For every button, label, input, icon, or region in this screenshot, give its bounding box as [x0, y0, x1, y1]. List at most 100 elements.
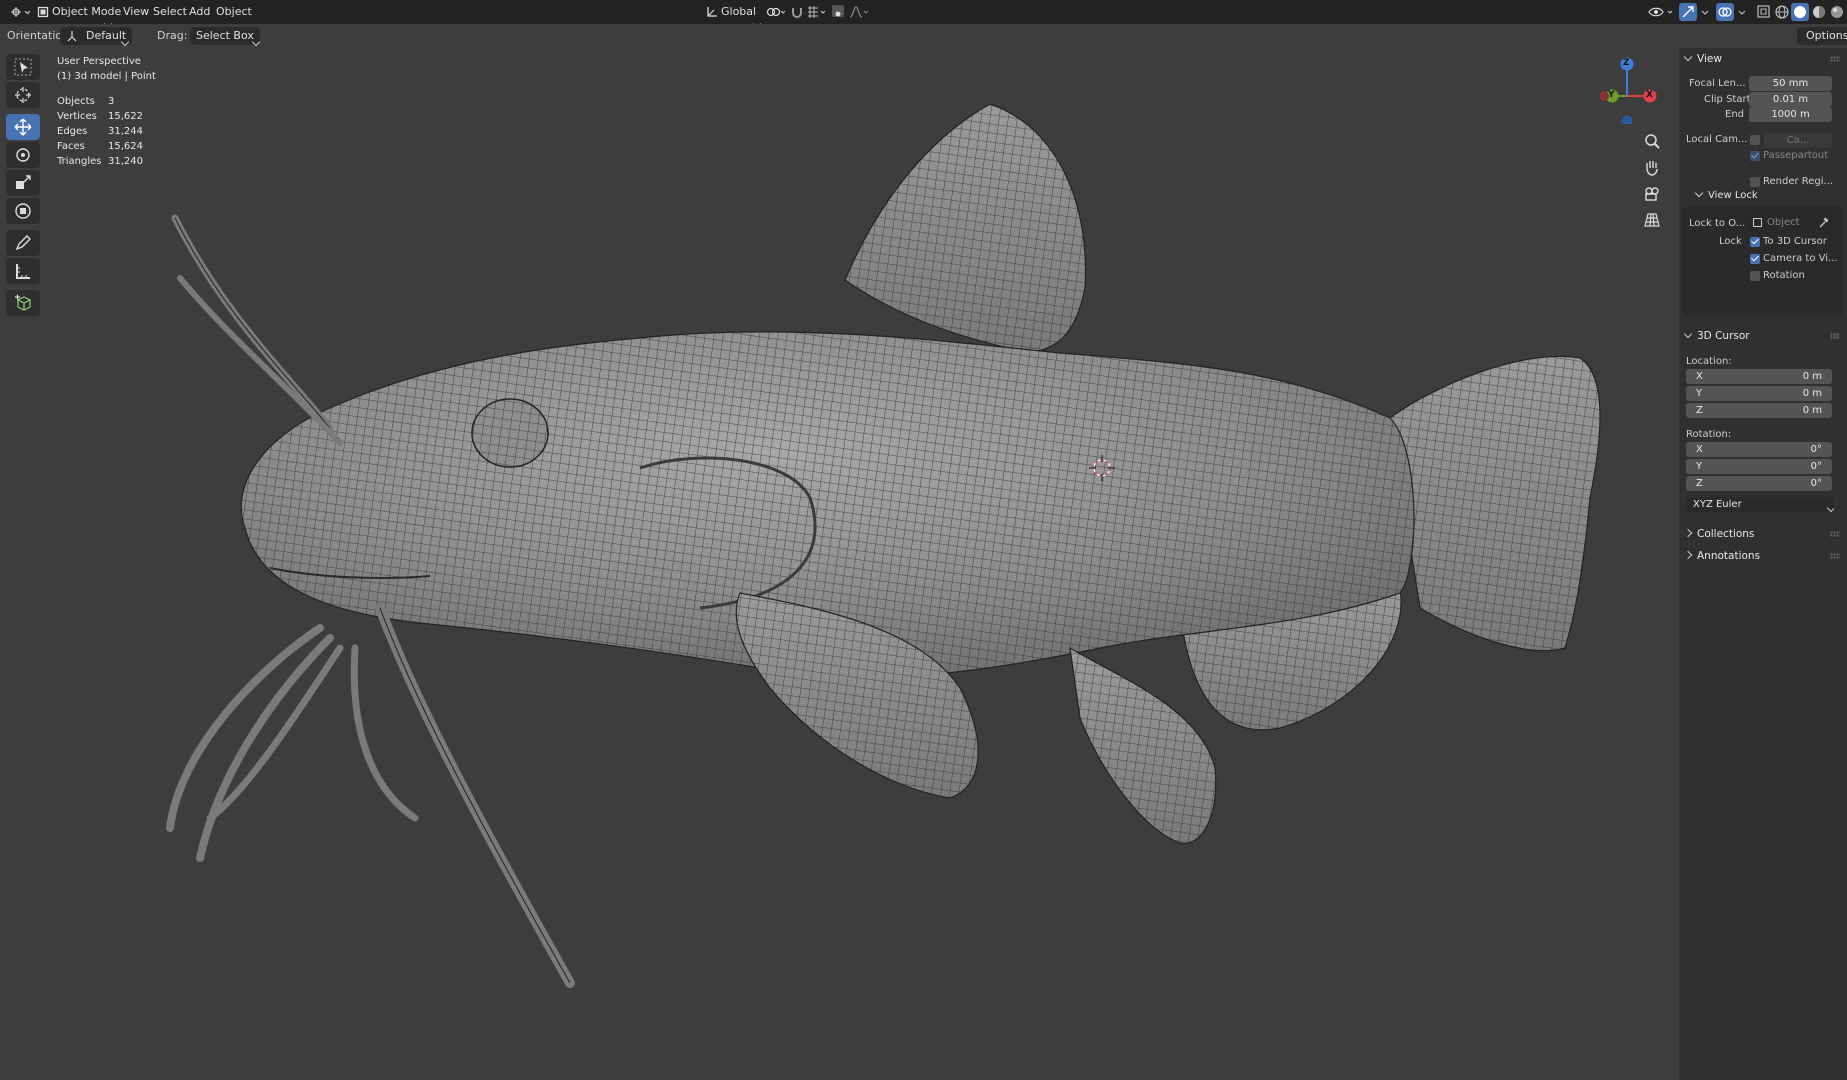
- lock-rotation-checkbox[interactable]: [1750, 271, 1760, 281]
- render-region-label: Render Regi...: [1763, 176, 1834, 187]
- annotations-panel-header[interactable]: Annotations: [1683, 550, 1760, 562]
- overlays-icon: [1718, 7, 1732, 17]
- tool-cursor[interactable]: [6, 82, 40, 108]
- options-button[interactable]: Options: [1797, 27, 1847, 45]
- drag-label: Drag:: [157, 29, 188, 42]
- local-camera-checkbox[interactable]: [1750, 135, 1760, 145]
- tool-add-cube[interactable]: [6, 290, 40, 316]
- editor-header: Object Mode View Select Add Object Globa…: [0, 0, 1847, 29]
- 3d-cursor-panel-header[interactable]: 3D Cursor: [1683, 329, 1750, 342]
- cursor-location-x-field[interactable]: X 0 m: [1686, 369, 1832, 384]
- chevron-right-icon: [1683, 550, 1693, 560]
- cursor-location-y-field[interactable]: Y 0 m: [1686, 386, 1832, 401]
- clip-end-field[interactable]: 1000 m: [1749, 107, 1832, 122]
- move-arrows-icon: [14, 118, 32, 136]
- camera-to-view-checkbox[interactable]: [1750, 254, 1760, 264]
- drag-dropdown[interactable]: Select Box: [190, 27, 261, 47]
- lock-to-3d-cursor-label: To 3D Cursor: [1763, 236, 1827, 247]
- object-icon: [1753, 218, 1762, 227]
- tool-rotate[interactable]: [6, 142, 40, 168]
- view-lock-header[interactable]: View Lock: [1694, 188, 1758, 201]
- view-panel-header[interactable]: View: [1683, 52, 1722, 65]
- cursor-rotation-y-field[interactable]: Y 0°: [1686, 459, 1832, 474]
- proportional-editing-toggle[interactable]: [832, 5, 844, 17]
- menu-select[interactable]: Select: [153, 0, 187, 24]
- tool-move[interactable]: [6, 114, 40, 140]
- xray-toggle[interactable]: [1756, 4, 1772, 20]
- clip-end-label: End: [1725, 109, 1745, 120]
- pivot-point-button[interactable]: [765, 4, 787, 20]
- stat-value: 3: [108, 96, 115, 107]
- rotate-icon: [16, 148, 30, 162]
- orientation-axes-icon: [67, 31, 77, 42]
- visibility-dropdown[interactable]: [1647, 4, 1677, 20]
- object-mode-icon: [37, 6, 49, 18]
- ortho-toggle-button[interactable]: [1640, 208, 1664, 232]
- gizmo-toggle[interactable]: [1679, 3, 1697, 21]
- shading-material-button[interactable]: [1811, 4, 1827, 20]
- rotation-mode-dropdown[interactable]: XYZ Euler: [1686, 497, 1834, 512]
- snap-toggle[interactable]: [790, 4, 804, 20]
- collections-panel-header[interactable]: Collections: [1683, 528, 1754, 540]
- view-panel-title: View: [1697, 53, 1722, 65]
- tool-annotate[interactable]: [6, 230, 40, 256]
- transform-orientation-dropdown[interactable]: Global: [703, 3, 762, 29]
- tool-measure[interactable]: [6, 258, 40, 284]
- navigation-gizmo[interactable]: Z X Y: [1592, 54, 1662, 127]
- orientation-dropdown[interactable]: Default: [60, 27, 132, 47]
- render-region-checkbox[interactable]: [1750, 177, 1760, 187]
- falloff-dropdown[interactable]: [848, 4, 870, 20]
- drag-grip-icon[interactable]: [1830, 531, 1840, 537]
- lock-to-object-label: Lock to O...: [1689, 218, 1746, 229]
- clip-start-field[interactable]: 0.01 m: [1749, 92, 1832, 107]
- gizmo-dropdown[interactable]: [1699, 4, 1713, 20]
- lock-to-object-field[interactable]: Object: [1749, 215, 1832, 230]
- chevron-down-icon: [1826, 503, 1834, 512]
- pan-button[interactable]: [1640, 156, 1664, 180]
- overlays-toggle[interactable]: [1716, 3, 1734, 21]
- camera-to-view-label: Camera to Vi...: [1763, 253, 1838, 264]
- editor-type-icon[interactable]: [10, 4, 31, 20]
- zoom-button[interactable]: [1640, 130, 1664, 154]
- axis-value: 0°: [1810, 478, 1822, 489]
- stat-label: Edges: [57, 126, 88, 137]
- shading-wireframe-button[interactable]: [1774, 4, 1790, 20]
- cursor-rotation-x-field[interactable]: X 0°: [1686, 442, 1832, 457]
- tool-scale[interactable]: [6, 170, 40, 196]
- catfish-mesh[interactable]: [166, 103, 1601, 988]
- eyedropper-icon[interactable]: [1818, 217, 1829, 228]
- passepartout-checkbox[interactable]: [1750, 151, 1760, 161]
- shading-solid-button[interactable]: [1791, 3, 1809, 21]
- 3d-viewport[interactable]: User Perspective (1) 3d model | Point Ob…: [0, 48, 1680, 1080]
- mode-dropdown[interactable]: Object Mode: [35, 3, 121, 29]
- shading-rendered-button[interactable]: [1829, 4, 1845, 20]
- menu-object[interactable]: Object: [216, 0, 252, 24]
- tool-select-box[interactable]: [6, 54, 40, 80]
- add-cube-icon: [15, 294, 31, 311]
- snap-target-dropdown[interactable]: [806, 4, 828, 20]
- tool-transform[interactable]: [6, 198, 40, 224]
- scene-statistics: Objects 3 Vertices 15,622 Edges 31,244 Face…: [57, 94, 143, 169]
- snap-grid-icon: [808, 6, 826, 18]
- menu-view[interactable]: View: [123, 0, 149, 24]
- lock-to-3d-cursor-checkbox[interactable]: [1750, 237, 1760, 247]
- stat-value: 15,622: [108, 111, 143, 122]
- focal-length-field[interactable]: 50 mm: [1749, 76, 1832, 91]
- passepartout-label: Passepartout: [1763, 150, 1829, 161]
- transform-axes-icon: [707, 7, 717, 17]
- cursor-rotation-z-field[interactable]: Z 0°: [1686, 476, 1832, 491]
- camera-view-button[interactable]: [1640, 182, 1664, 206]
- gizmo-icon: [1682, 6, 1694, 18]
- overlays-dropdown[interactable]: [1736, 4, 1750, 20]
- menu-add[interactable]: Add: [189, 0, 210, 24]
- axis-label: Z: [1696, 405, 1703, 416]
- drag-grip-icon[interactable]: [1830, 553, 1840, 559]
- view-perspective: User Perspective: [57, 56, 141, 67]
- stat-value: 15,624: [108, 141, 143, 152]
- drag-grip-icon[interactable]: [1830, 56, 1840, 62]
- cursor-location-z-field[interactable]: Z 0 m: [1686, 403, 1832, 418]
- local-camera-field[interactable]: Ca...: [1764, 133, 1832, 148]
- chevron-down-icon: [1683, 52, 1693, 62]
- stat-label: Vertices: [57, 111, 97, 122]
- drag-grip-icon[interactable]: [1830, 333, 1840, 339]
